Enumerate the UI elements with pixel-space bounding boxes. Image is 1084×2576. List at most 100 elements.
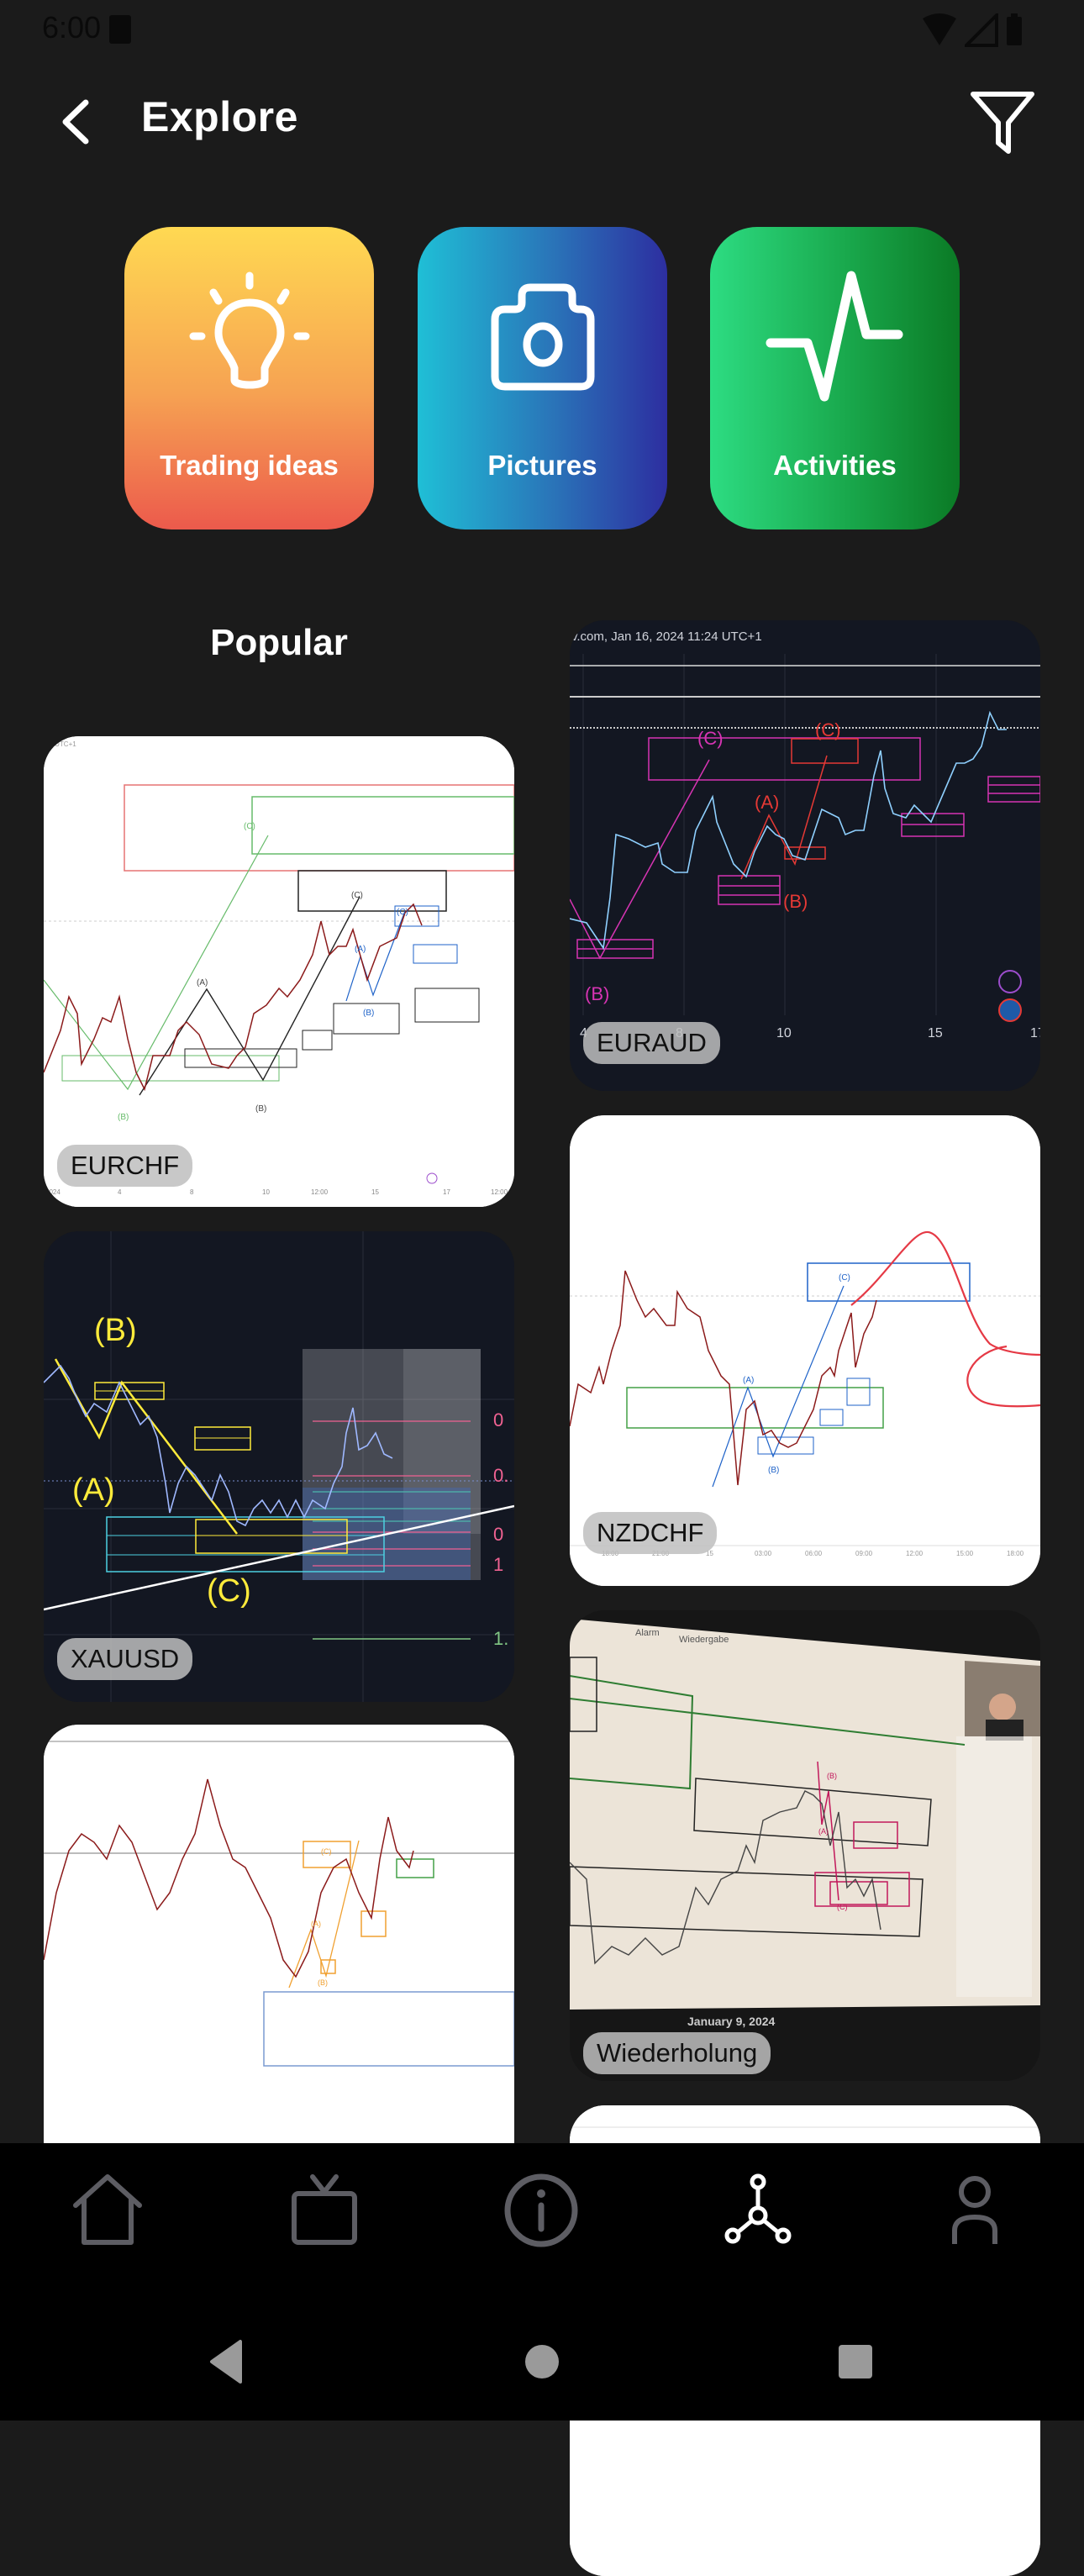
x-tick: 8: [190, 1188, 194, 1196]
filter-button[interactable]: [965, 87, 1040, 160]
popular-card-eurchf[interactable]: 42 UTC+1 (C) (C) (A) (B) (B) (A) (B) (C)…: [44, 736, 514, 1207]
chart-thumbnail: (B) (A) (C) 0 0. 0 1 1.: [44, 1231, 514, 1702]
wave-label: (C): [815, 719, 841, 740]
wave-label: (C): [397, 908, 408, 917]
page-title: Explore: [141, 93, 298, 140]
x-tick: 2024: [45, 1188, 61, 1196]
symbol-tag: NZDCHF: [583, 1512, 718, 1554]
system-home-button[interactable]: [508, 2328, 576, 2395]
lightbulb-icon: [189, 271, 309, 389]
wave-label: (C): [321, 1847, 332, 1856]
chevron-left-icon: [62, 99, 89, 145]
signal-icon: [965, 13, 998, 47]
bottom-navigation: [0, 2143, 1084, 2421]
x-tick: 15: [371, 1188, 379, 1196]
wave-label: (C): [839, 1273, 850, 1283]
chart-thumbnail: v.com, Jan 16, 2024 11:24 UTC+1 (C) (B) …: [570, 620, 1040, 1091]
category-label: Trading ideas: [160, 450, 339, 481]
system-back-button[interactable]: [192, 2328, 259, 2395]
info-icon: [504, 2173, 578, 2247]
circle-home-icon: [525, 2345, 559, 2378]
wave-label: (B): [827, 1772, 837, 1780]
x-tick: 18:00: [1007, 1550, 1024, 1557]
chart-thumbnail: (A) (B) (C): [44, 1725, 514, 2195]
category-label: Pictures: [487, 450, 597, 481]
wave-label: (B): [363, 1009, 374, 1018]
symbol-tag: XAUUSD: [57, 1638, 193, 1680]
photo-thumbnail: Alarm Wiedergabe (B) (A) (C) January 9, …: [570, 1610, 1040, 2081]
popular-card-euraud[interactable]: v.com, Jan 16, 2024 11:24 UTC+1 (C) (B) …: [570, 620, 1040, 1091]
nav-item-profile[interactable]: [933, 2168, 1017, 2252]
x-tick: 4: [118, 1188, 122, 1196]
flag-icon: [998, 998, 1022, 1022]
wave-label: (A): [755, 792, 779, 813]
x-tick: 10: [776, 1026, 792, 1040]
wave-label: (B): [768, 1466, 779, 1475]
system-recents-button[interactable]: [822, 2328, 889, 2395]
wave-label: (C): [244, 822, 255, 831]
battery-icon: [1007, 13, 1022, 45]
wave-label: (C): [207, 1573, 251, 1609]
toolbar-item: Alarm: [635, 1628, 660, 1638]
section-heading-popular: Popular: [210, 622, 348, 663]
date-caption: January 9, 2024: [687, 2015, 776, 2028]
wave-label: (C): [837, 1903, 848, 1911]
network-nodes-icon: [724, 2173, 792, 2244]
wave-label: (B): [585, 983, 609, 1004]
popular-card-wiederholung[interactable]: Alarm Wiedergabe (B) (A) (C) January 9, …: [570, 1610, 1040, 2081]
nav-item-home[interactable]: [66, 2168, 150, 2252]
symbol-tag: Wiederholung: [583, 2032, 771, 2074]
back-button[interactable]: [52, 94, 103, 150]
triangle-back-icon: [210, 2340, 242, 2384]
status-icons: [921, 13, 1023, 47]
fib-label: 1.: [493, 1628, 508, 1649]
category-trading-ideas[interactable]: Trading ideas: [124, 227, 374, 529]
popular-card-xauusd[interactable]: (B) (A) (C) 0 0. 0 1 1. XAUUSD: [44, 1231, 514, 1702]
wave-label: (A): [818, 1827, 829, 1836]
wave-label: (B): [118, 1113, 129, 1122]
x-tick: 09:00: [855, 1550, 873, 1557]
wave-label: (B): [318, 1978, 328, 1987]
wave-label: (A): [311, 1920, 321, 1928]
x-tick: 12:00: [491, 1188, 508, 1196]
home-icon: [73, 2174, 142, 2245]
toolbar-item: Wiedergabe: [679, 1635, 729, 1645]
filter-funnel-icon: [971, 92, 1034, 154]
sd-card-icon: [109, 15, 131, 44]
category-activities[interactable]: Activities: [710, 227, 960, 529]
category-label: Activities: [773, 450, 897, 481]
x-tick: 15: [928, 1026, 943, 1040]
wave-label: (A): [743, 1376, 754, 1385]
activity-pulse-icon: [766, 271, 902, 402]
fib-label: 0: [493, 1524, 503, 1545]
popular-card-nzdchf[interactable]: (A) (B) (C) 18:00 21:00 15 03:00 06:00 0…: [570, 1115, 1040, 1586]
nav-item-explore[interactable]: [716, 2168, 800, 2252]
wave-label: (B): [94, 1313, 137, 1348]
x-tick: 03:00: [755, 1550, 772, 1557]
x-tick: 12:00: [311, 1188, 329, 1196]
x-tick: 10: [262, 1188, 270, 1196]
wave-label: (C): [697, 728, 724, 749]
tv-icon: [292, 2174, 357, 2245]
wave-label: (B): [255, 1104, 266, 1114]
chart-header-text: 42 UTC+1: [45, 740, 76, 748]
wave-label: (C): [351, 891, 363, 900]
x-tick: 06:00: [805, 1550, 823, 1557]
fib-label: 0: [493, 1409, 503, 1430]
wave-label: (B): [783, 891, 808, 912]
camera-icon: [491, 283, 594, 391]
status-time: 6:00: [42, 10, 102, 45]
nav-item-tv[interactable]: [282, 2168, 366, 2252]
popular-card-6[interactable]: (A) (B) (C): [44, 1725, 514, 2195]
fib-label: 0.: [493, 1465, 508, 1486]
nav-item-info[interactable]: [499, 2168, 583, 2252]
x-tick: 17: [1030, 1026, 1040, 1040]
x-tick: 15:00: [956, 1550, 974, 1557]
square-recents-icon: [839, 2345, 872, 2378]
x-tick: 17: [443, 1188, 450, 1196]
symbol-tag: EURCHF: [57, 1145, 193, 1187]
x-tick: 12:00: [906, 1550, 924, 1557]
wifi-icon: [923, 13, 956, 45]
category-pictures[interactable]: Pictures: [418, 227, 667, 529]
person-icon: [952, 2176, 997, 2244]
